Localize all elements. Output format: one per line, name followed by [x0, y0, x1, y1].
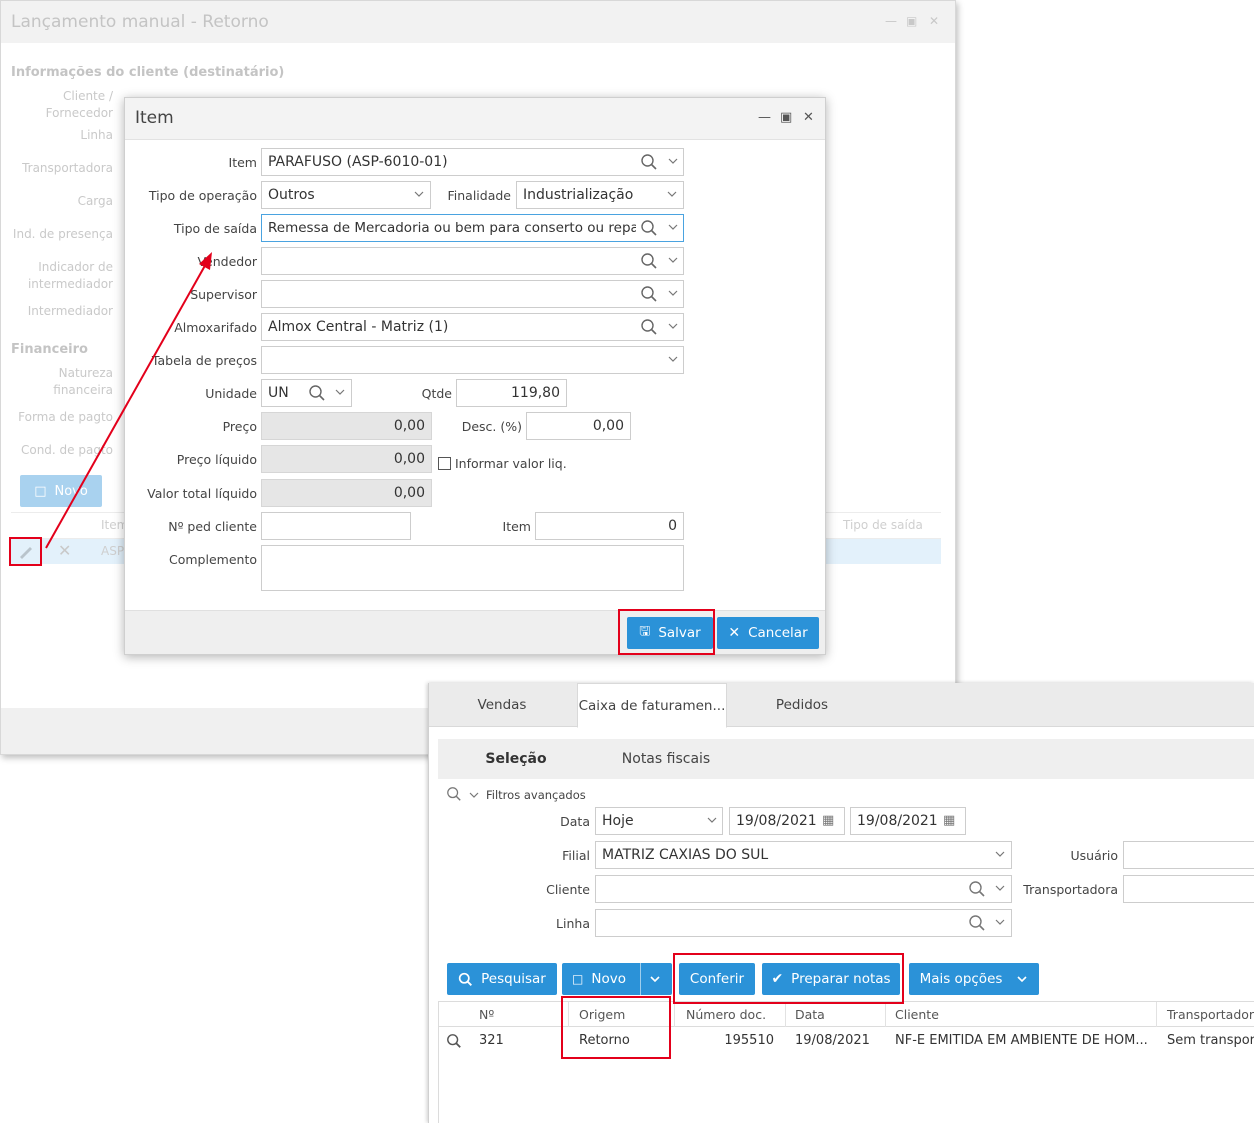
chevron-down-icon	[1017, 976, 1027, 983]
cliente-label: Cliente	[546, 882, 590, 897]
data-period-value: Hoje	[602, 813, 634, 829]
calendar-icon[interactable]: ▦	[822, 813, 834, 828]
chevron-down-icon[interactable]	[468, 789, 480, 801]
linha-label: Linha	[556, 916, 590, 931]
document-icon: □	[572, 972, 584, 986]
filtros-avancados-label[interactable]: Filtros avançados	[486, 788, 586, 802]
highlight-actions-box	[673, 953, 904, 1004]
transportadora-label: Transportadora	[1023, 882, 1118, 897]
col-divider	[674, 1002, 675, 1027]
top-tabs: Vendas Caixa de faturamen... Pedidos	[429, 683, 1254, 728]
chevron-down-icon[interactable]	[706, 814, 718, 826]
filial-label: Filial	[562, 848, 590, 863]
mais-opcoes-button[interactable]: Mais opções	[909, 963, 1039, 995]
chevron-down-icon[interactable]	[994, 882, 1006, 894]
cell-data: 19/08/2021	[795, 1033, 870, 1048]
usuario-label: Usuário	[1070, 848, 1118, 863]
mais-opcoes-label: Mais opções	[919, 971, 1003, 987]
col-cliente[interactable]: Cliente	[895, 1007, 939, 1022]
filial-value: MATRIZ CAXIAS DO SUL	[602, 847, 769, 863]
data-label: Data	[560, 814, 590, 829]
filial-select[interactable]: MATRIZ CAXIAS DO SUL	[595, 841, 1012, 869]
cliente-field[interactable]	[595, 875, 1012, 903]
search-icon[interactable]	[968, 914, 986, 932]
chevron-down-icon[interactable]	[994, 848, 1006, 860]
tab-selecao[interactable]: Seleção	[458, 739, 574, 779]
cell-cliente: NF-E EMITIDA EM AMBIENTE DE HOM...	[895, 1033, 1148, 1048]
cell-transportadora: Sem transport	[1167, 1033, 1254, 1048]
search-icon[interactable]	[446, 786, 462, 802]
tab-pedidos[interactable]: Pedidos	[747, 683, 857, 727]
search-icon[interactable]	[446, 1033, 462, 1049]
tab-vendas[interactable]: Vendas	[447, 683, 557, 727]
col-divider	[1156, 1002, 1157, 1027]
col-numero[interactable]: Nº	[479, 1007, 494, 1022]
grid-left-border	[438, 1001, 439, 1123]
col-numero-doc[interactable]: Número doc.	[686, 1007, 766, 1022]
col-divider	[885, 1002, 886, 1027]
date-to-value: 19/08/2021	[857, 813, 938, 829]
linha-field[interactable]	[595, 909, 1012, 937]
tab-notas-fiscais[interactable]: Notas fiscais	[608, 739, 724, 779]
cell-numero: 321	[479, 1033, 504, 1048]
date-from-field[interactable]: 19/08/2021 ▦	[729, 807, 845, 835]
novo-button[interactable]: □ Novo	[562, 963, 672, 995]
date-to-field[interactable]: 19/08/2021 ▦	[850, 807, 966, 835]
col-transportadora[interactable]: Transportadora	[1167, 1007, 1254, 1022]
pesquisar-button[interactable]: Pesquisar	[447, 963, 557, 995]
chevron-down-icon[interactable]	[649, 973, 661, 985]
search-icon[interactable]	[968, 880, 986, 898]
data-period-select[interactable]: Hoje	[595, 807, 723, 835]
col-divider	[785, 1002, 786, 1027]
novo-label: Novo	[591, 971, 626, 987]
search-icon	[458, 972, 473, 986]
date-from-value: 19/08/2021	[736, 813, 817, 829]
highlight-origem-box	[561, 996, 671, 1059]
col-data[interactable]: Data	[795, 1007, 825, 1022]
sub-tabs: Seleção Notas fiscais	[438, 739, 1254, 779]
pesquisar-label: Pesquisar	[481, 971, 546, 987]
button-divider	[640, 963, 641, 995]
cell-numero-doc: 195510	[724, 1033, 774, 1048]
chevron-down-icon[interactable]	[994, 916, 1006, 928]
billing-window: Vendas Caixa de faturamen... Pedidos Sel…	[428, 683, 1254, 1123]
tab-caixa-faturamento[interactable]: Caixa de faturamen...	[577, 683, 727, 728]
calendar-icon[interactable]: ▦	[943, 813, 955, 828]
usuario-field[interactable]	[1123, 841, 1254, 869]
transportadora-field[interactable]	[1123, 875, 1254, 903]
